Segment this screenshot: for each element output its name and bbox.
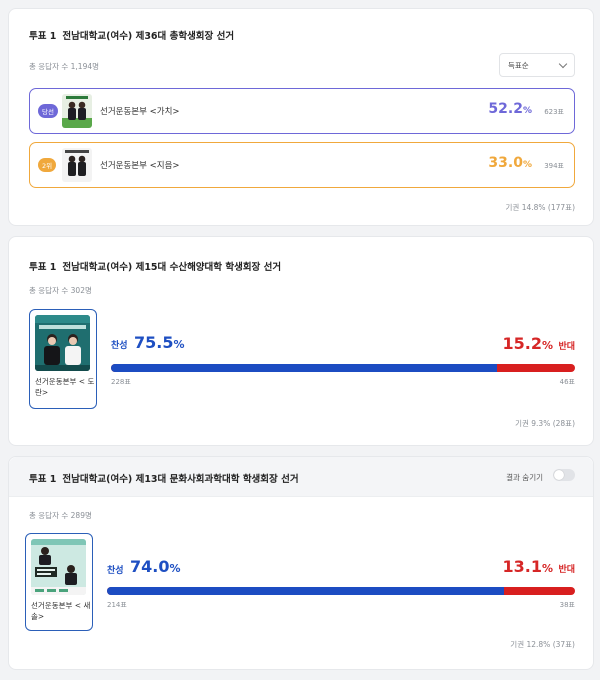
yes-bar-fill xyxy=(107,587,505,595)
vote-percentage: 52.2% xyxy=(488,101,532,117)
vote-count: 394표 xyxy=(544,162,564,170)
no-label: 반대 xyxy=(558,342,575,352)
abstain-count: 기권 9.3% (28표) xyxy=(515,419,575,428)
vote-tag: 투표 1 xyxy=(29,474,57,485)
vote-tag: 투표 1 xyxy=(29,31,57,42)
candidate-name: 선거운동본부 < 도란> xyxy=(35,377,95,398)
yes-bar-fill xyxy=(111,364,498,372)
toggle-knob xyxy=(554,470,564,480)
poll-card-fisheries-college: 투표 1 전남대학교(여수) 제15대 수산해양대학 학생회장 선거 총 응답자 … xyxy=(8,236,594,446)
candidate-card[interactable]: 선거운동본부 < 도란> xyxy=(29,309,97,409)
vote-percentage: 33.0% xyxy=(488,155,532,171)
yes-vote-count: 228표 xyxy=(111,378,131,386)
vote-count: 623표 xyxy=(544,108,564,116)
respondent-count: 총 응답자 수 302명 xyxy=(29,286,92,295)
yes-label: 찬성 xyxy=(111,341,128,351)
sort-dropdown[interactable]: 득표순 xyxy=(499,53,575,77)
vote-tag: 투표 1 xyxy=(29,262,57,273)
rank-badge: 2위 xyxy=(38,158,57,172)
result-bar xyxy=(107,587,575,595)
abstain-count: 기권 12.8% (37표) xyxy=(510,640,575,649)
candidate-name: 선거운동본부 <지음> xyxy=(100,161,180,171)
poll-title: 투표 1 전남대학교(여수) 제36대 총학생회장 선거 xyxy=(29,28,234,42)
candidate-card[interactable]: 선거운동본부 < 새솔> xyxy=(25,533,93,631)
poll-title-text: 전남대학교(여수) 제36대 총학생회장 선거 xyxy=(62,31,235,42)
poll-title-text: 전남대학교(여수) 제15대 수산해양대학 학생회장 선거 xyxy=(62,262,282,273)
result-bar xyxy=(111,364,575,372)
winner-badge: 당선 xyxy=(38,104,58,118)
no-label: 반대 xyxy=(558,565,575,575)
candidate-photo xyxy=(62,148,92,182)
respondent-count: 총 응답자 수 1,194명 xyxy=(29,62,100,71)
respondent-count: 총 응답자 수 289명 xyxy=(29,511,92,520)
yes-percentage: 75.5% xyxy=(134,333,185,352)
poll-title-text: 전남대학교(여수) 제13대 문화사회과학대학 학생회장 선거 xyxy=(62,474,299,485)
poll-title: 투표 1 전남대학교(여수) 제13대 문화사회과학대학 학생회장 선거 xyxy=(29,471,299,485)
yes-vote-count: 214표 xyxy=(107,601,127,609)
abstain-count: 기권 14.8% (177표) xyxy=(505,203,575,212)
candidate-photo xyxy=(62,94,92,128)
candidate-row-winner[interactable]: 당선 선거운동본부 <가치> 52.2% 623표 xyxy=(29,88,575,134)
chevron-down-icon xyxy=(558,59,568,68)
sort-selected-label: 득표순 xyxy=(508,60,529,70)
candidate-name: 선거운동본부 < 새솔> xyxy=(31,601,91,622)
poll-card-student-council: 투표 1 전남대학교(여수) 제36대 총학생회장 선거 총 응답자 수 1,19… xyxy=(8,8,594,226)
poll-title: 투표 1 전남대학교(여수) 제15대 수산해양대학 학생회장 선거 xyxy=(29,259,281,273)
hide-results-label: 결과 숨기기 xyxy=(506,473,543,482)
no-vote-count: 46표 xyxy=(559,378,575,386)
yes-label: 찬성 xyxy=(107,566,124,576)
candidate-name: 선거운동본부 <가치> xyxy=(100,107,180,117)
yes-percentage: 74.0% xyxy=(130,557,181,576)
hide-results-toggle[interactable] xyxy=(553,469,575,481)
no-percentage: 13.1% xyxy=(502,557,553,576)
candidate-poster xyxy=(31,539,86,595)
poll-card-social-science-college: 투표 1 전남대학교(여수) 제13대 문화사회과학대학 학생회장 선거 결과 숨… xyxy=(8,456,594,670)
candidate-poster xyxy=(35,315,90,371)
no-percentage: 15.2% xyxy=(502,334,553,353)
candidate-row-second[interactable]: 2위 선거운동본부 <지음> 33.0% 394표 xyxy=(29,142,575,188)
no-vote-count: 38표 xyxy=(559,601,575,609)
